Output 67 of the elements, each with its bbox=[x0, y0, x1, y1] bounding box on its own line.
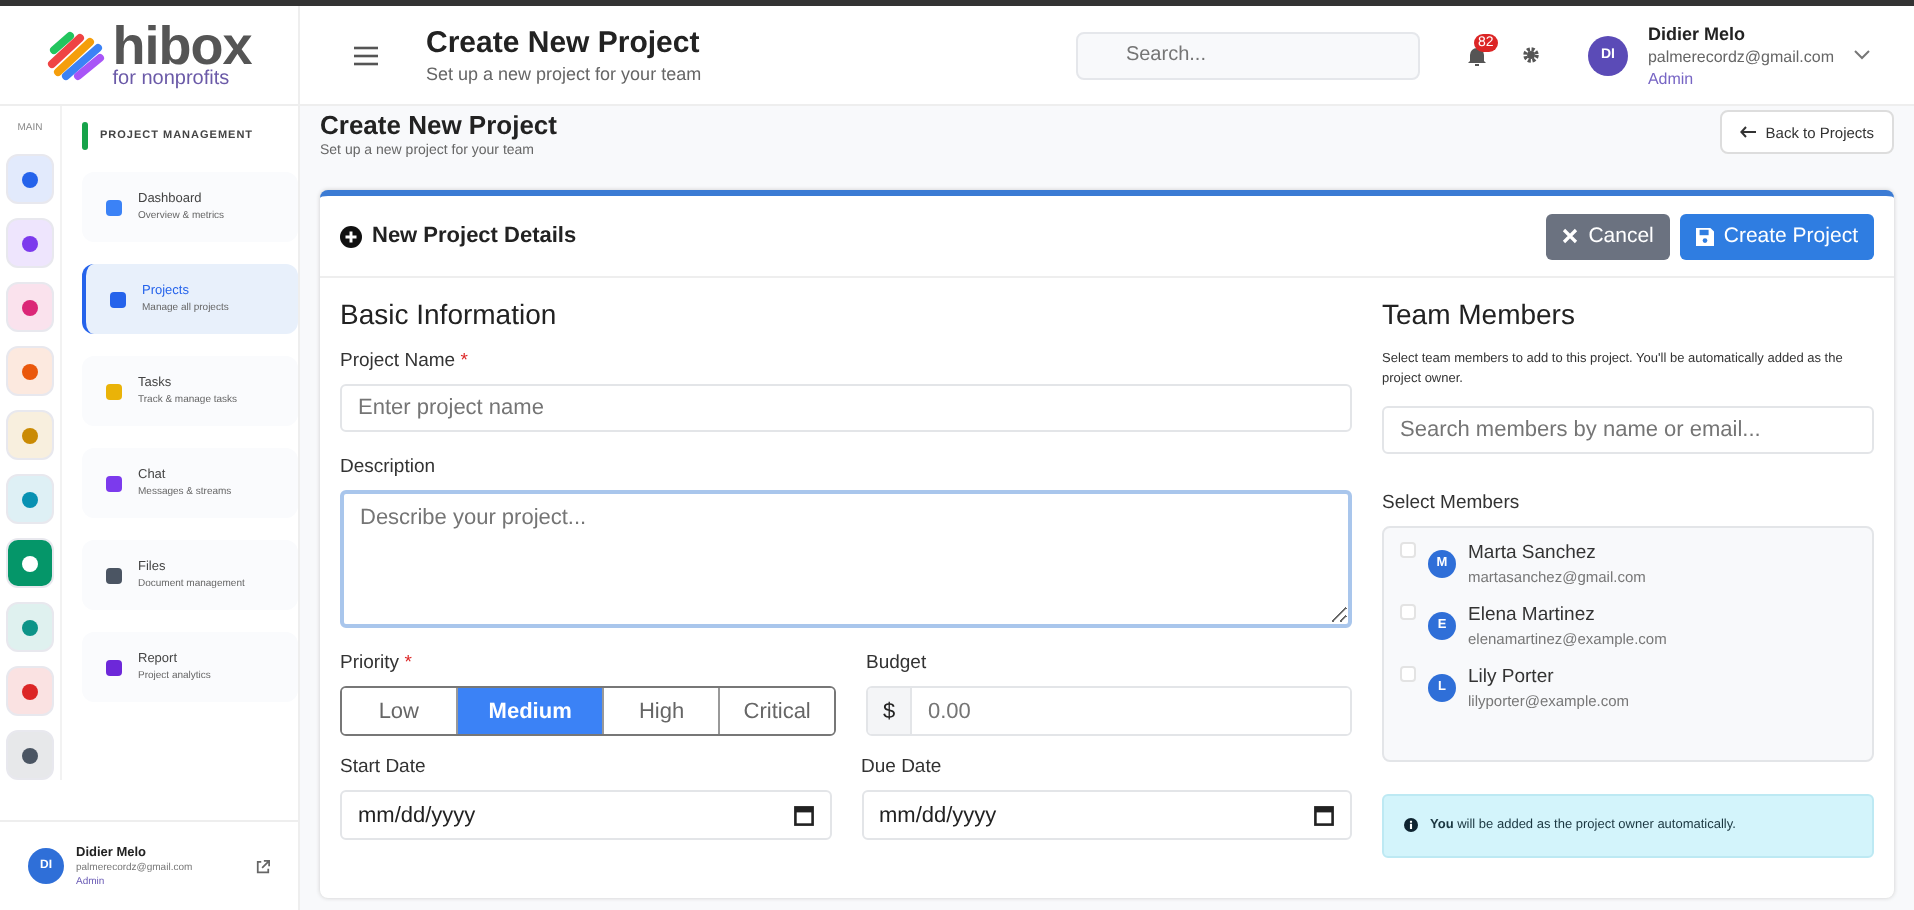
dot-icon bbox=[20, 297, 40, 317]
section-heading: Basic Information bbox=[340, 298, 559, 330]
user-role: Admin bbox=[1647, 69, 1696, 87]
nav-rail-button[interactable] bbox=[6, 346, 54, 396]
dot-icon bbox=[20, 681, 40, 701]
dot-icon bbox=[20, 425, 40, 445]
member-name: Marta Sanchez bbox=[1468, 541, 1598, 563]
save-icon bbox=[1695, 227, 1714, 245]
member-checkbox[interactable] bbox=[1400, 665, 1416, 681]
dot-icon bbox=[20, 489, 40, 509]
close-icon bbox=[1562, 228, 1579, 244]
cancel-button[interactable]: Cancel bbox=[1546, 213, 1670, 259]
user-email: palmerecordz@gmail.com bbox=[1647, 47, 1834, 65]
logo-stripes-icon bbox=[46, 29, 107, 81]
field-label: Project Name * bbox=[340, 350, 470, 372]
calendar-icon bbox=[1314, 804, 1334, 826]
dot-icon bbox=[20, 169, 40, 189]
nav-rail-button[interactable] bbox=[6, 538, 54, 588]
dot-icon bbox=[20, 553, 40, 573]
date-field[interactable]: mm/dd/yyyy bbox=[340, 790, 831, 840]
nav-rail-button[interactable] bbox=[6, 218, 54, 268]
member-search-field[interactable]: Search members by name or email... bbox=[1382, 405, 1874, 453]
field-label: Budget bbox=[866, 652, 929, 674]
priority-option[interactable]: Medium bbox=[455, 688, 603, 734]
nav-rail-button[interactable] bbox=[6, 730, 54, 780]
member-name: Lily Porter bbox=[1468, 665, 1556, 687]
member-name: Elena Martinez bbox=[1468, 603, 1597, 625]
bell-icon[interactable] bbox=[1467, 45, 1486, 65]
info-icon bbox=[1404, 818, 1418, 832]
nav-rail-button[interactable] bbox=[6, 602, 54, 652]
field-label: Description bbox=[340, 456, 438, 478]
nav-rail-button[interactable] bbox=[6, 474, 54, 524]
currency-addon: $ bbox=[868, 688, 912, 734]
description-field[interactable]: Describe your project... bbox=[340, 490, 1352, 628]
dot-icon bbox=[20, 617, 40, 637]
arrow-left-icon bbox=[1739, 126, 1756, 138]
external-link-icon[interactable] bbox=[256, 859, 270, 873]
menu-icon[interactable] bbox=[354, 45, 378, 65]
header-subtitle: Set up a new project for your team bbox=[426, 64, 702, 84]
field-label: Due Date bbox=[861, 756, 944, 778]
date-field[interactable]: mm/dd/yyyy bbox=[861, 790, 1352, 840]
nav-rail-button[interactable] bbox=[6, 154, 54, 204]
field-label: Start Date bbox=[340, 756, 428, 778]
dot-icon bbox=[20, 233, 40, 253]
plus-circle-icon bbox=[340, 225, 362, 247]
calendar-icon bbox=[793, 804, 813, 826]
section-heading: Team Members bbox=[1382, 298, 1577, 330]
chevron-down-icon[interactable] bbox=[1854, 50, 1870, 60]
create-project-button[interactable]: Create Project bbox=[1679, 213, 1874, 259]
logo-tagline: for nonprofits bbox=[112, 70, 232, 90]
user-name: Didier Melo bbox=[1647, 23, 1747, 43]
settings-icon[interactable] bbox=[1521, 46, 1540, 64]
field-label: Priority * bbox=[340, 652, 414, 674]
nav-rail-button[interactable] bbox=[6, 666, 54, 716]
member-checkbox[interactable] bbox=[1400, 603, 1416, 619]
budget-field[interactable]: $ 0.00 bbox=[866, 686, 1352, 736]
priority-option[interactable]: Critical bbox=[718, 688, 834, 734]
dot-icon bbox=[20, 745, 40, 765]
nav-rail-button[interactable] bbox=[6, 282, 54, 332]
page-title: Create New Project bbox=[320, 110, 557, 140]
header-title: Create New Project bbox=[426, 26, 702, 60]
member-checkbox[interactable] bbox=[1400, 541, 1416, 557]
field-label: Select Members bbox=[1382, 491, 1522, 513]
dot-icon bbox=[20, 361, 40, 381]
project-name-field[interactable]: Enter project name bbox=[340, 384, 1352, 432]
search-field[interactable]: Search... bbox=[1075, 31, 1420, 79]
card-title: New Project Details bbox=[372, 224, 577, 248]
